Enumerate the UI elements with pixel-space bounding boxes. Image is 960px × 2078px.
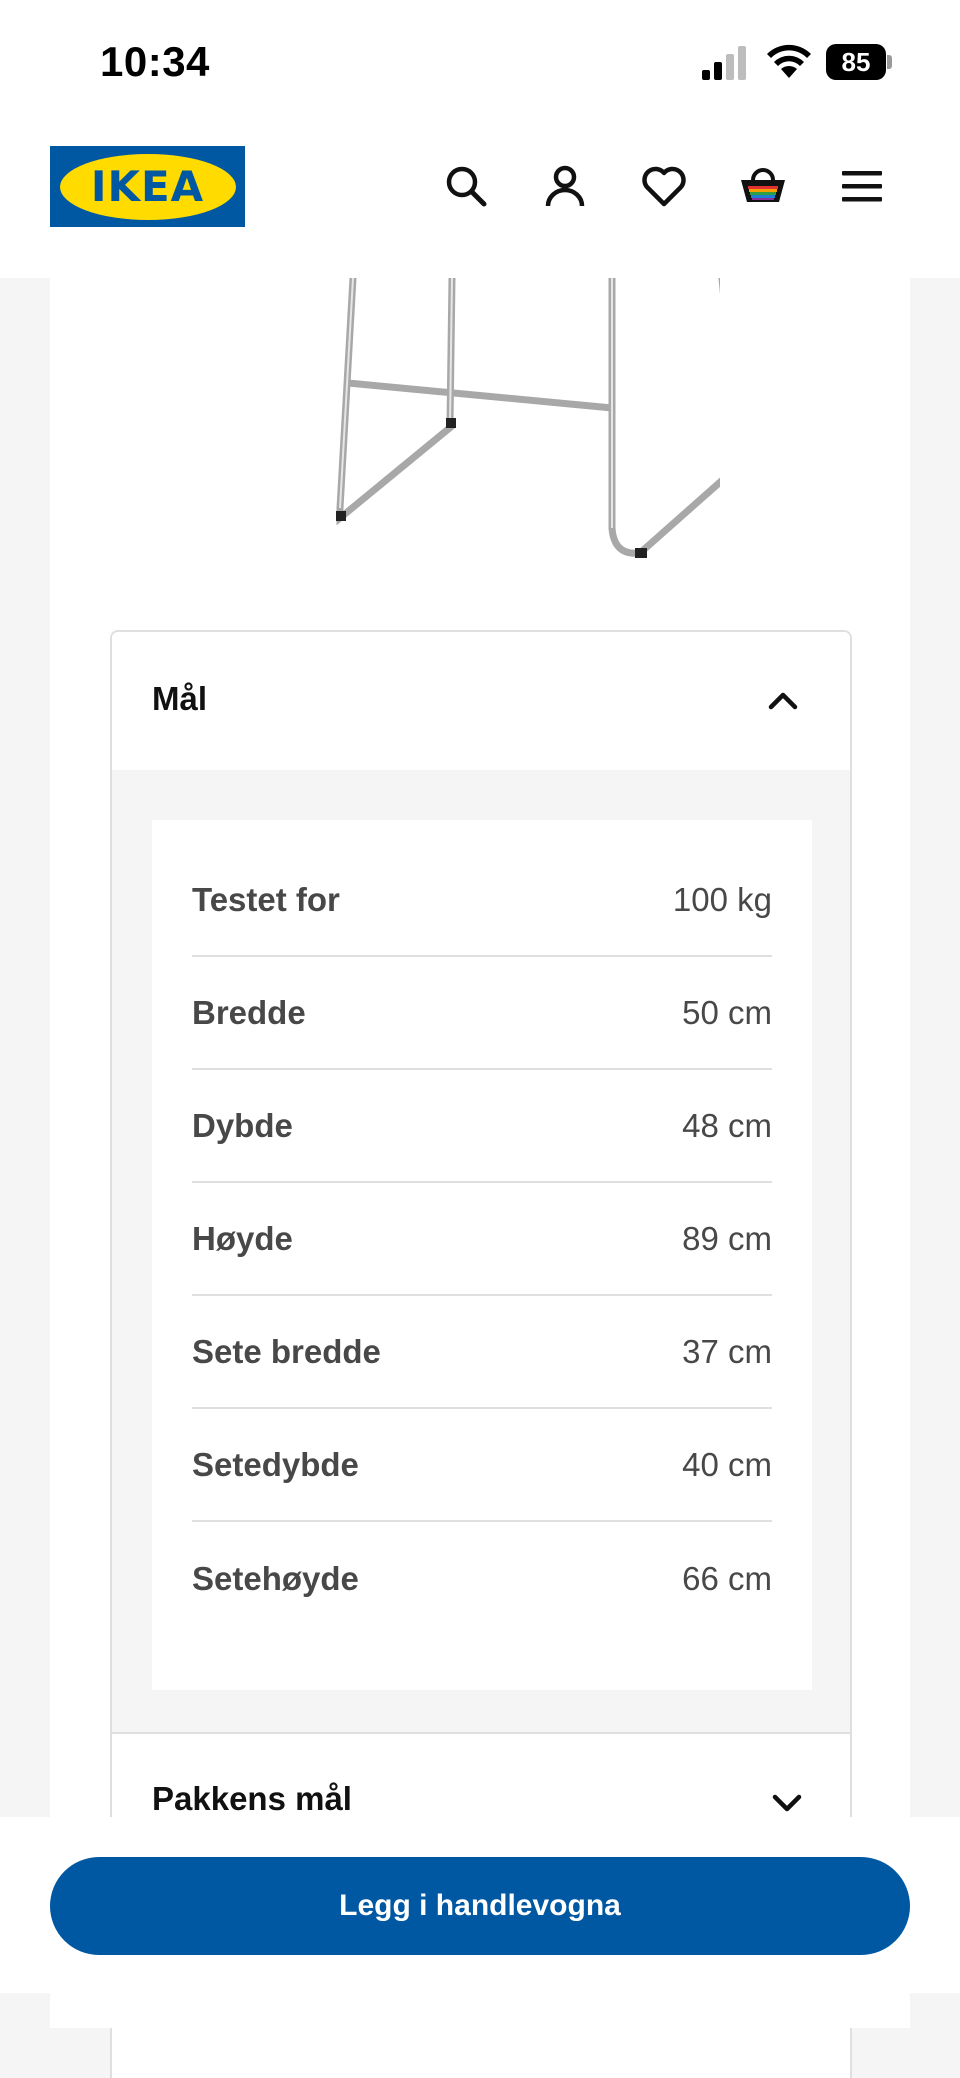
dimension-row-height: Høyde 89 cm	[192, 1183, 772, 1296]
dimension-row-width: Bredde 50 cm	[192, 957, 772, 1070]
battery-indicator: 85	[826, 44, 892, 80]
dimension-row-seat-width: Sete bredde 37 cm	[192, 1296, 772, 1409]
bar-stool-image	[336, 278, 720, 558]
dimensions-title: Mål	[152, 680, 208, 717]
content-continuation	[50, 1993, 910, 2028]
cellular-signal-icon	[702, 46, 746, 80]
dimension-value: 50 cm	[682, 993, 772, 1031]
dimension-label: Dybde	[192, 1106, 293, 1144]
dimensions-accordion-body: Testet for 100 kg Bredde 50 cm Dybde 48 …	[112, 770, 850, 1732]
dimensions-table: Testet for 100 kg Bredde 50 cm Dybde 48 …	[152, 820, 812, 1690]
dimension-value: 37 cm	[682, 1332, 772, 1370]
site-header: IKEA	[0, 128, 960, 278]
dimension-label: Bredde	[192, 993, 306, 1031]
dimension-value: 89 cm	[682, 1219, 772, 1257]
account-icon[interactable]	[537, 158, 593, 214]
dimension-row-depth: Dybde 48 cm	[192, 1070, 772, 1183]
dimension-label: Sete bredde	[192, 1332, 381, 1370]
heart-icon[interactable]	[636, 158, 692, 214]
bottom-action-bar: Legg i handlevogna	[0, 1817, 960, 1993]
dimension-row-seat-depth: Setedybde 40 cm	[192, 1409, 772, 1522]
page: 10:34 85 IKEA Mål Testet for 100 kg Bred…	[0, 0, 960, 2078]
ikea-logo[interactable]: IKEA	[50, 146, 245, 227]
dimension-value: 48 cm	[682, 1106, 772, 1144]
dimension-value: 40 cm	[682, 1445, 772, 1483]
dimensions-accordion-header[interactable]: Mål	[112, 632, 850, 770]
status-bar: 10:34 85	[0, 0, 960, 128]
dimension-value: 100 kg	[672, 880, 772, 918]
logo-oval: IKEA	[59, 153, 236, 220]
search-icon[interactable]	[438, 158, 494, 214]
dimension-label: Testet for	[192, 880, 340, 918]
product-content-card: Mål Testet for 100 kg Bredde 50 cm Dybde…	[50, 278, 910, 2078]
logo-text: IKEA	[90, 162, 205, 211]
package-dimensions-title: Pakkens mål	[152, 1780, 352, 1817]
dimension-label: Høyde	[192, 1219, 293, 1257]
dimension-label: Setedybde	[192, 1445, 359, 1483]
dimension-row-tested-for: Testet for 100 kg	[192, 844, 772, 957]
status-time: 10:34	[100, 38, 210, 85]
menu-icon[interactable]	[834, 158, 890, 214]
chevron-down-icon	[772, 1794, 802, 1812]
basket-icon[interactable]	[735, 158, 791, 214]
dimension-row-seat-height: Setehøyde 66 cm	[192, 1522, 772, 1635]
chevron-up-icon	[768, 692, 798, 710]
wifi-icon	[767, 44, 811, 78]
battery-level: 85	[826, 44, 886, 80]
add-to-cart-button[interactable]: Legg i handlevogna	[50, 1857, 910, 1955]
dimension-value: 66 cm	[682, 1559, 772, 1597]
dimension-label: Setehøyde	[192, 1559, 359, 1597]
battery-tip	[887, 55, 892, 69]
